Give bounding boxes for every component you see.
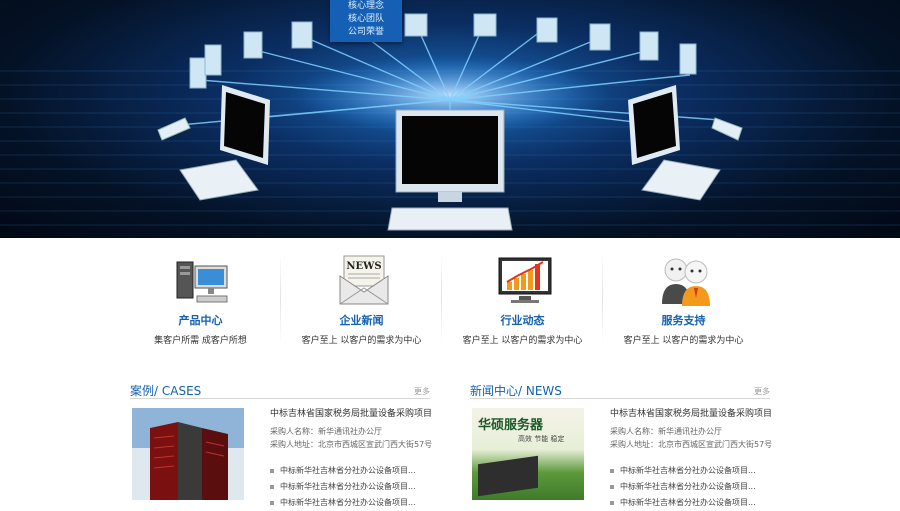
dropdown-item-core-team[interactable]: 核心团队: [330, 13, 402, 26]
list-item[interactable]: 中标新华社吉林省分社办公设备项目...: [610, 463, 780, 479]
case-headline[interactable]: 中标吉林省国家税务局批量设备采购项目: [270, 406, 440, 419]
dropdown-item-core-philosophy[interactable]: 核心理念: [330, 0, 402, 13]
list-item[interactable]: 中标新华社吉林省分社办公设备项目...: [270, 479, 440, 495]
section-header: 新闻中心/ NEWS 更多: [470, 380, 770, 399]
server-rack-thumbnail[interactable]: [132, 408, 244, 500]
news-purchaser: 采购人名称：新华通讯社办公厅: [610, 427, 722, 436]
dropdown-item-company-honors[interactable]: 公司荣誉: [330, 26, 402, 39]
news-address: 采购人地址：北京市西城区宣武门西大街57号: [610, 440, 773, 449]
news-envelope-icon: NEWS: [339, 255, 389, 305]
banner-title: 华硕服务器: [478, 418, 544, 433]
service-industry-news[interactable]: 行业动态 客户至上 以客户的需求为中心: [442, 244, 603, 364]
service-support[interactable]: 服务支持 客户至上 以客户的需求为中心: [603, 244, 764, 364]
case-list: 中标新华社吉林省分社办公设备项目... 中标新华社吉林省分社办公设备项目... …: [270, 463, 440, 511]
service-title: 产品中心: [178, 314, 223, 327]
services-row: 产品中心 集客户所需 成客户所想 NEWS 企业新闻 客户至上 以客户的需求为中…: [120, 244, 785, 364]
list-item[interactable]: 中标新华社吉林省分社办公设备项目...: [610, 479, 780, 495]
service-product-center[interactable]: 产品中心 集客户所需 成客户所想: [120, 244, 281, 364]
list-item[interactable]: 中标新华社吉林省分社办公设备项目...: [610, 495, 780, 511]
hero-banner: 核心理念 核心团队 公司荣誉: [0, 0, 900, 238]
more-link[interactable]: 更多: [754, 386, 770, 397]
list-item[interactable]: 中标新华社吉林省分社办公设备项目...: [270, 495, 440, 511]
service-desc: 客户至上 以客户的需求为中心: [623, 336, 744, 346]
desktop-computer-icon: [176, 261, 228, 303]
banner-subtitle: 高效 节能 稳定: [518, 435, 565, 443]
section-title: 新闻中心/ NEWS: [470, 384, 562, 398]
service-company-news[interactable]: NEWS 企业新闻 客户至上 以客户的需求为中心: [281, 244, 442, 364]
svg-text:NEWS: NEWS: [346, 261, 381, 272]
about-dropdown-menu: 核心理念 核心团队 公司荣誉: [330, 0, 402, 42]
service-desc: 客户至上 以客户的需求为中心: [301, 336, 422, 346]
news-headline[interactable]: 中标吉林省国家税务局批量设备采购项目: [610, 406, 780, 419]
case-info: 中标吉林省国家税务局批量设备采购项目 采购人名称：新华通讯社办公厅 采购人地址：…: [270, 406, 440, 511]
news-info: 中标吉林省国家税务局批量设备采购项目 采购人名称：新华通讯社办公厅 采购人地址：…: [610, 406, 780, 511]
more-link[interactable]: 更多: [414, 386, 430, 397]
network-computers-illustration: [157, 13, 743, 231]
support-people-icon: [662, 258, 710, 306]
service-title: 行业动态: [500, 314, 545, 327]
case-purchaser: 采购人名称：新华通讯社办公厅: [270, 427, 382, 436]
service-title: 服务支持: [661, 314, 706, 327]
service-desc: 集客户所需 成客户所想: [154, 336, 247, 346]
service-desc: 客户至上 以客户的需求为中心: [462, 336, 583, 346]
section-header: 案例/ CASES 更多: [130, 380, 430, 399]
news-section: 新闻中心/ NEWS 更多 华硕服务器 高效 节能 稳定 中标吉林省国家税务局批…: [470, 380, 772, 507]
asus-server-thumbnail[interactable]: 华硕服务器 高效 节能 稳定: [472, 408, 584, 500]
news-list: 中标新华社吉林省分社办公设备项目... 中标新华社吉林省分社办公设备项目... …: [610, 463, 780, 511]
service-title: 企业新闻: [339, 314, 384, 327]
list-item[interactable]: 中标新华社吉林省分社办公设备项目...: [270, 463, 440, 479]
case-address: 采购人地址：北京市西城区宣武门西大街57号: [270, 440, 433, 449]
bar-chart-monitor-icon: [498, 257, 552, 303]
section-title: 案例/ CASES: [130, 384, 202, 398]
cases-section: 案例/ CASES 更多 中标吉林省国家税务局批量设备采购项目 采购人名称：新华…: [130, 380, 432, 507]
